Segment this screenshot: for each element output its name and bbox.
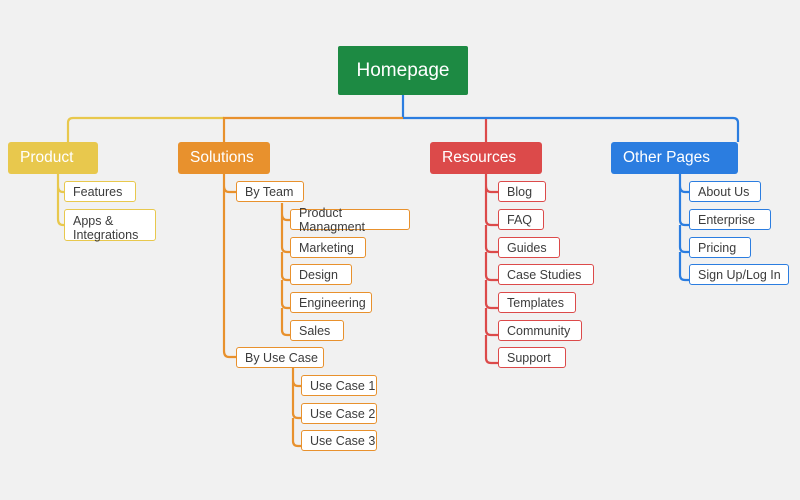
node-pricing-label: Pricing	[698, 240, 737, 255]
node-use-case-2[interactable]: Use Case 2	[301, 403, 377, 424]
node-engineering-label: Engineering	[299, 295, 366, 310]
wire-trunk-orange	[222, 116, 403, 142]
node-sales-label: Sales	[299, 323, 331, 338]
node-community[interactable]: Community	[498, 320, 582, 341]
node-resources-label: Resources	[442, 149, 517, 166]
node-engineering[interactable]: Engineering	[290, 292, 372, 313]
node-guides-label: Guides	[507, 240, 547, 255]
node-enterprise[interactable]: Enterprise	[689, 209, 771, 230]
wire-trunk-blue	[403, 116, 740, 142]
node-apps-integrations-label-line1: Apps &	[73, 214, 114, 228]
node-product-managment[interactable]: Product Managment	[290, 206, 410, 234]
node-support-label: Support	[507, 350, 551, 365]
wire-solutions-byusecase	[222, 192, 239, 359]
node-case-studies[interactable]: Case Studies	[498, 264, 594, 285]
node-templates[interactable]: Templates	[498, 292, 576, 313]
node-faq[interactable]: FAQ	[498, 209, 544, 230]
node-use-case-3-label: Use Case 3	[310, 433, 376, 448]
node-about-us[interactable]: About Us	[689, 181, 761, 202]
node-use-case-2-label: Use Case 2	[310, 406, 376, 421]
node-guides[interactable]: Guides	[498, 237, 560, 258]
node-templates-label: Templates	[507, 295, 564, 310]
node-marketing-label: Marketing	[299, 240, 354, 255]
node-design[interactable]: Design	[290, 264, 352, 285]
node-features[interactable]: Features	[64, 181, 136, 202]
node-faq-label: FAQ	[507, 212, 533, 227]
node-solutions-label: Solutions	[190, 149, 254, 166]
node-sign-up-log-in[interactable]: Sign Up/Log In	[689, 264, 789, 285]
node-about-us-label: About Us	[698, 184, 750, 199]
node-design-label: Design	[299, 267, 338, 282]
node-homepage-label: Homepage	[356, 59, 450, 81]
node-apps-integrations[interactable]: Apps & Integrations	[64, 209, 156, 242]
node-solutions[interactable]: Solutions	[178, 142, 270, 174]
node-features-label: Features	[73, 184, 123, 199]
node-apps-integrations-label-line2: Integrations	[73, 228, 139, 242]
node-by-use-case[interactable]: By Use Case	[236, 347, 324, 368]
node-other-pages[interactable]: Other Pages	[611, 142, 738, 174]
node-pricing[interactable]: Pricing	[689, 237, 751, 258]
node-other-pages-label: Other Pages	[623, 149, 711, 166]
sitemap-diagram: Homepage Product Solutions Resources Oth…	[0, 0, 800, 500]
node-support[interactable]: Support	[498, 347, 566, 368]
node-case-studies-label: Case Studies	[507, 267, 582, 282]
node-product-managment-label: Product Managment	[299, 205, 366, 234]
node-homepage[interactable]: Homepage	[338, 46, 468, 95]
node-enterprise-label: Enterprise	[698, 212, 755, 227]
node-product[interactable]: Product	[8, 142, 98, 174]
node-product-label: Product	[20, 149, 74, 166]
wire-trunk-yellow	[66, 116, 224, 142]
node-sales[interactable]: Sales	[290, 320, 344, 341]
node-blog[interactable]: Blog	[498, 181, 546, 202]
node-marketing[interactable]: Marketing	[290, 237, 366, 258]
node-sign-up-log-in-label: Sign Up/Log In	[698, 267, 781, 282]
node-use-case-1[interactable]: Use Case 1	[301, 375, 377, 396]
node-blog-label: Blog	[507, 184, 533, 199]
node-by-team[interactable]: By Team	[236, 181, 304, 202]
node-use-case-1-label: Use Case 1	[310, 378, 376, 393]
node-use-case-3[interactable]: Use Case 3	[301, 430, 377, 451]
node-by-team-label: By Team	[245, 184, 294, 199]
node-by-use-case-label: By Use Case	[245, 350, 318, 365]
node-community-label: Community	[507, 323, 571, 338]
node-resources[interactable]: Resources	[430, 142, 542, 174]
